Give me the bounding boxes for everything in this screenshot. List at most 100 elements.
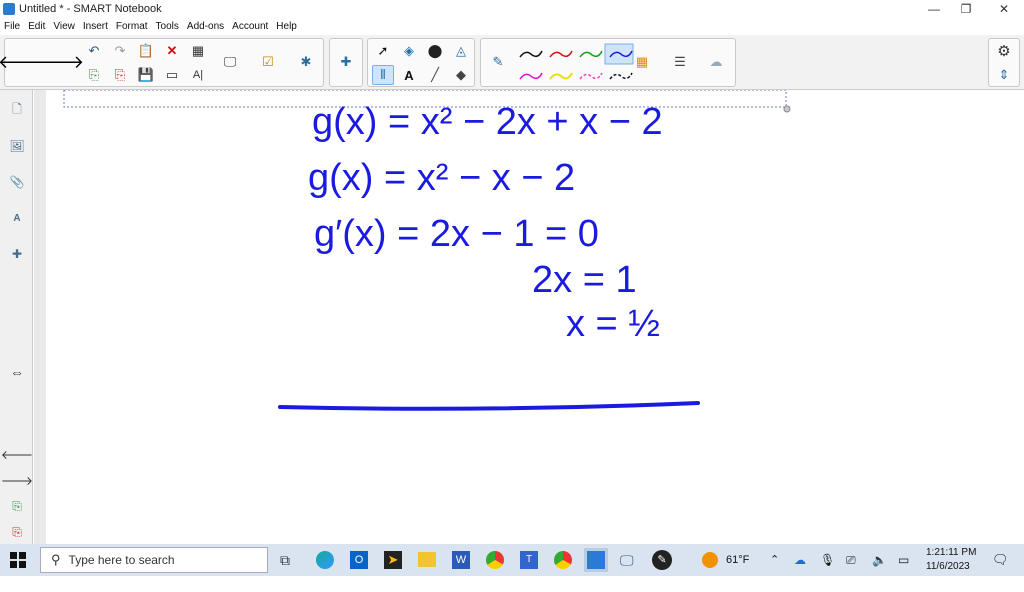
eraser-icon[interactable]: ◆ [450,65,472,85]
properties-icon[interactable]: A [5,206,29,230]
vertical-scrollbar[interactable] [34,90,46,544]
minimize-button[interactable]: — [916,0,952,18]
add-ons-icon[interactable]: ✱ [295,52,317,72]
undo-icon[interactable]: ↶ [83,41,105,61]
search-icon: ⚲ [51,552,61,567]
whiteboard-canvas[interactable]: g(x) = x² − 2x + x − 2 g(x) = x² − x − 2… [46,90,1024,544]
effects-icon[interactable]: ☁ [705,52,727,72]
select-icon[interactable]: ➚ [372,41,394,61]
screen-capture-icon[interactable]: 🖵 [620,552,634,569]
file-share-icon[interactable]: ➤ [384,551,402,569]
math-line-5: x = ½ [566,303,660,345]
pen-app-icon[interactable]: ✎ [652,550,672,570]
math-line-3: g′(x) = 2x − 1 = 0 [314,213,599,255]
menu-view[interactable]: View [53,21,75,32]
onedrive-icon[interactable]: ☁ [794,544,806,576]
toolbar-group-tools: ➚ ◈ ⬤ ◬ ⫴ A ╱ ◆ [367,38,475,87]
menu-format[interactable]: Format [116,21,148,32]
math-line-2: g(x) = x² − x − 2 [308,157,575,199]
menu-help[interactable]: Help [276,21,297,32]
gear-icon[interactable]: ⚙ [993,41,1015,61]
delete-page-icon[interactable]: ⎘ [109,65,131,85]
menu-edit[interactable]: Edit [28,21,45,32]
pen-type-icon[interactable]: ✎ [487,52,509,72]
attachments-icon[interactable]: 📎 [5,170,29,194]
notifications-icon[interactable]: 🗨 [992,544,1009,576]
pen-magenta-swatch[interactable] [519,72,543,80]
math-line-4: 2x = 1 [532,259,637,301]
document-camera-icon[interactable]: 🖵 [219,52,241,72]
math-line-1: g(x) = x² − 2x + x − 2 [312,101,663,143]
menu-account[interactable]: Account [232,21,268,32]
text-icon[interactable]: A [398,65,420,85]
microphone-icon[interactable]: 🎙 [820,544,835,576]
fill-shapes-icon[interactable]: ⬤ [424,41,446,61]
addons-panel-icon[interactable]: ✚ [5,242,29,266]
paste-icon[interactable]: 📋 [135,41,157,61]
add-page-icon[interactable]: ⎘ [5,494,29,518]
meet-now-icon[interactable]: ⎚ [846,544,856,576]
menu-addons[interactable]: Add-ons [187,21,224,32]
smart-notebook-taskbar-active[interactable] [584,548,608,572]
toolbar-group-settings: ⚙ ⇕ [988,38,1020,87]
weather-temperature[interactable]: 61°F [726,544,749,576]
chrome-profile-icon[interactable] [554,551,572,569]
line-icon[interactable]: ╱ [424,65,446,85]
taskbar-search[interactable]: ⚲ Type here to search [40,547,268,573]
pen-blue-selected-bg [604,43,634,65]
edge-icon[interactable] [316,551,334,569]
shapes-icon[interactable]: ◈ [398,41,420,61]
previous-page-icon[interactable]: 🡐 [1,442,33,466]
volume-icon[interactable]: 🔈 [872,544,887,576]
pen-green-swatch[interactable] [579,50,603,58]
back-arrow-icon[interactable]: 🡐 [0,52,46,72]
fill-icon[interactable]: ◬ [450,41,472,61]
toolbar-group-pens: ✎ ▦ ☰ ☁ [480,38,736,87]
line-style-icon[interactable]: ☰ [669,52,691,72]
selection-handle[interactable] [783,105,791,113]
move-toolbar-icon[interactable]: ⇕ [993,65,1015,85]
menu-file[interactable]: File [4,21,20,32]
smart-notebook-taskbar-icon [587,551,605,569]
restore-button[interactable]: ❐ [948,0,984,18]
color-palette-icon[interactable]: ▦ [631,52,653,72]
next-page-icon[interactable]: 🡒 [1,468,33,492]
side-panel: 🗋 🖼 📎 A ✚ ⇔ 🡐 🡒 ⎘ ⎘ [0,90,33,544]
chevron-up-icon[interactable]: ⌃ [770,544,779,576]
save-icon[interactable]: 💾 [135,65,157,85]
response-icon[interactable]: ☑ [257,52,279,72]
teams-icon[interactable]: T [520,551,538,569]
menu-tools[interactable]: Tools [156,21,179,32]
table-icon[interactable]: ▦ [187,41,209,61]
gallery-icon[interactable]: 🖼 [5,134,29,158]
pen-black-swatch[interactable] [519,50,543,58]
menu-bar: File Edit View Insert Format Tools Add-o… [0,18,1024,35]
smart-notebook-icon [3,3,15,15]
windows-start-icon[interactable] [10,552,26,568]
new-page-icon[interactable]: ⎘ [83,65,105,85]
pen-yellow-swatch[interactable] [549,72,573,80]
menu-insert[interactable]: Insert [83,21,108,32]
word-icon[interactable]: W [452,551,470,569]
screen-shade-icon[interactable]: ▭ [161,65,183,85]
battery-icon[interactable]: ▭ [898,544,909,576]
redo-icon[interactable]: ↷ [109,41,131,61]
delete-icon[interactable]: ✕ [161,41,183,61]
page-sorter-icon[interactable]: 🗋 [5,98,29,122]
puzzle-icon[interactable]: ✚ [335,52,357,72]
pen-red-swatch[interactable] [549,50,573,58]
pen-dashed-swatch[interactable] [609,72,633,80]
resize-panel-icon[interactable]: ⇔ [5,360,29,384]
close-button[interactable]: ✕ [986,0,1022,18]
forward-arrow-icon[interactable]: 🡒 [36,52,84,72]
text-recognition-icon[interactable]: A| [187,65,209,85]
pen-pink-swatch[interactable] [579,72,603,80]
pens-icon[interactable]: ⫴ [372,65,394,85]
remove-page-icon[interactable]: ⎘ [5,520,29,544]
task-view-icon[interactable]: ⧉ [280,552,290,569]
clock-date[interactable]: 11/6/2023 [926,560,970,592]
chrome-icon[interactable] [486,551,504,569]
toolbar-group-addons: ✚ [329,38,363,87]
file-explorer-icon[interactable] [418,552,436,567]
outlook-icon[interactable]: O [350,551,368,569]
